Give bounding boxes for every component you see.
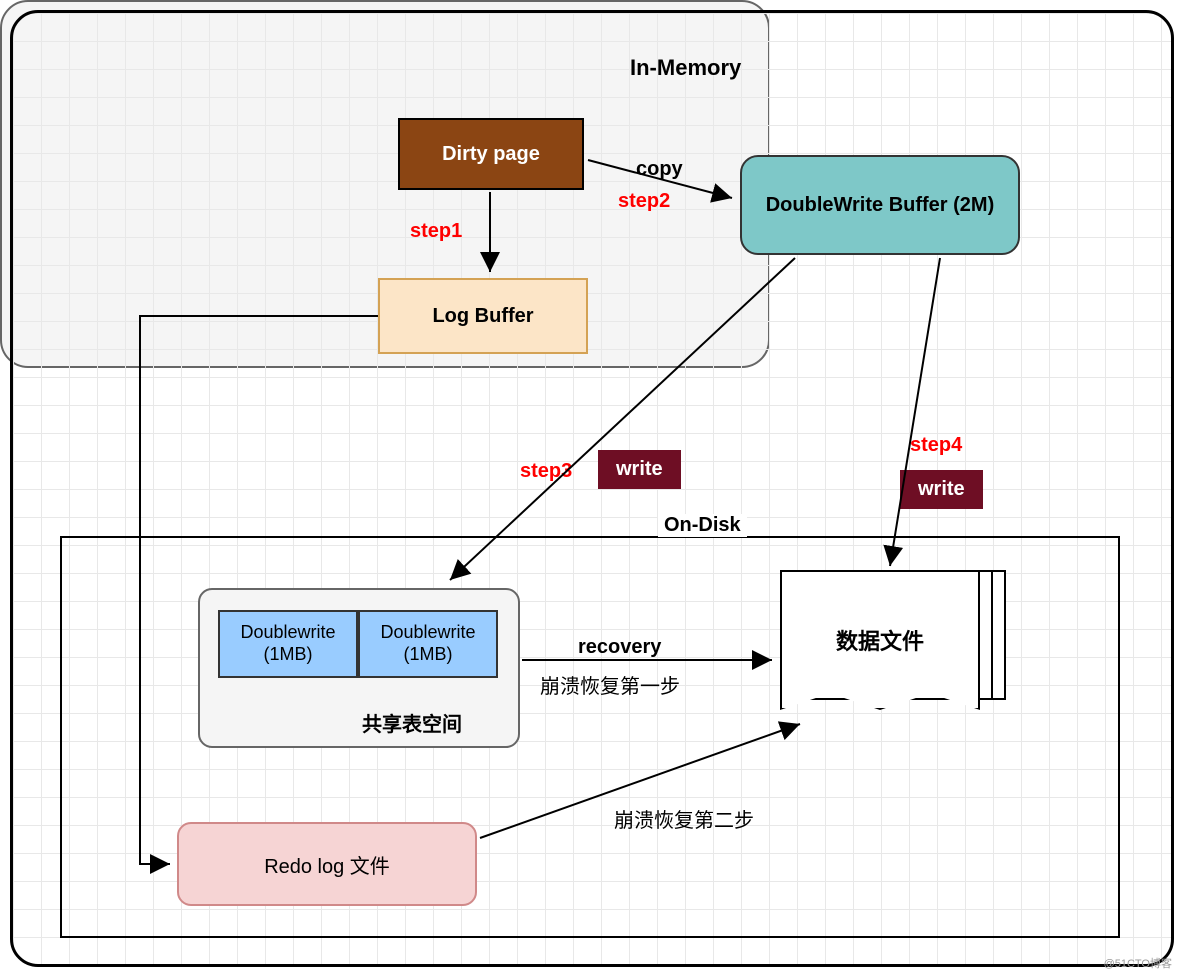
doublewrite-buffer-box: DoubleWrite Buffer (2M) [740, 155, 1020, 255]
crash-recovery-2: 崩溃恢复第二步 [614, 804, 754, 833]
step1-label: step1 [410, 220, 462, 243]
step4-label: step4 [910, 434, 962, 457]
crash-recovery-1: 崩溃恢复第一步 [540, 670, 680, 699]
step3-label: step3 [520, 460, 572, 483]
redo-log-box: Redo log 文件 [177, 822, 477, 906]
doublewrite-cell-2: Doublewrite (1MB) [358, 610, 498, 678]
in-memory-title: In-Memory [630, 55, 741, 81]
copy-label: copy [636, 158, 683, 181]
write-badge-1: write [598, 450, 681, 489]
watermark: @51CTO博客 [1104, 955, 1172, 971]
recovery-label: recovery [578, 636, 661, 659]
doublewrite-cell-1: Doublewrite (1MB) [218, 610, 358, 678]
log-buffer-box: Log Buffer [378, 278, 588, 354]
write-badge-2: write [900, 470, 983, 509]
on-disk-title: On-Disk [658, 514, 747, 537]
dirty-page-box: Dirty page [398, 118, 584, 190]
step2-label: step2 [618, 190, 670, 213]
datafile-label: 数据文件 [780, 570, 980, 710]
datafile-stack: 数据文件 [780, 570, 1010, 732]
shared-tablespace-label: 共享表空间 [362, 708, 462, 737]
